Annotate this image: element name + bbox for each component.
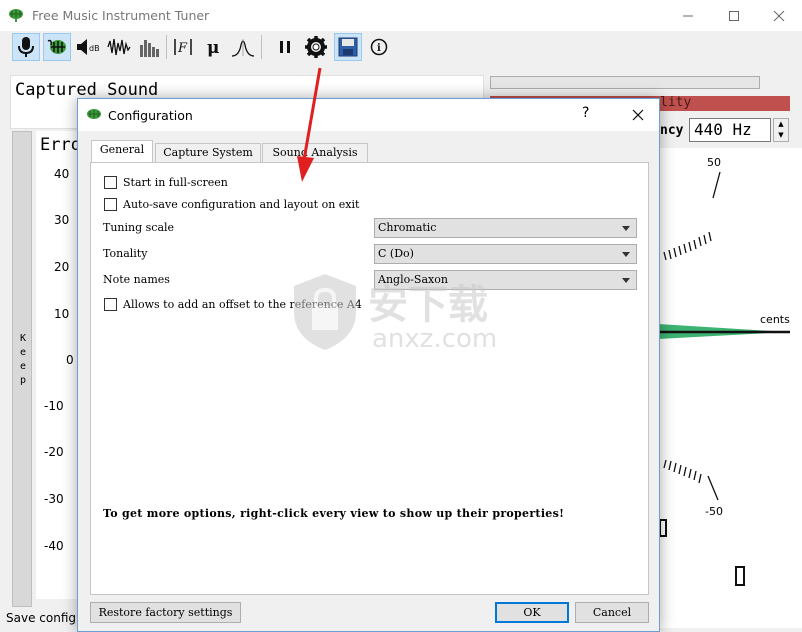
tonality-label: Tonality <box>103 247 148 260</box>
app-lizard-icon <box>8 8 24 25</box>
frequency-input[interactable]: 440 Hz <box>689 118 771 142</box>
spectrum-icon[interactable] <box>136 33 164 61</box>
watermark: 安下载 anxz.com <box>290 272 512 356</box>
keep-label: Keep <box>19 333 27 386</box>
start-fullscreen-label: Start in full-screen <box>123 175 228 189</box>
waveform-icon[interactable] <box>105 33 133 61</box>
checkbox-box[interactable] <box>104 197 117 211</box>
tuning-scale-label: Tuning scale <box>103 221 175 234</box>
error-panel[interactable]: Erro 40 30 20 10 0 -10 -20 -30 -40 <box>36 131 81 599</box>
mu-icon[interactable]: μ <box>199 33 227 61</box>
svg-text:μ: μ <box>207 38 219 57</box>
microphone-icon[interactable] <box>12 33 40 61</box>
meter-graphic <box>658 171 790 586</box>
ok-button[interactable]: OK <box>495 602 569 623</box>
svg-text:dB: dB <box>89 44 100 53</box>
autosave-label: Auto-save configuration and layout on ex… <box>123 197 360 211</box>
dialog-title: Configuration <box>108 108 193 123</box>
save-icon[interactable] <box>334 33 362 61</box>
tab-capture-system[interactable]: Capture System <box>155 143 261 162</box>
gear-icon[interactable] <box>302 33 330 61</box>
watermark-text: 安下载 <box>368 282 488 328</box>
gaussian-icon[interactable] <box>229 33 257 61</box>
error-tick: -20 <box>44 445 64 459</box>
chevron-down-icon <box>622 252 630 257</box>
configuration-dialog: Configuration ? General Capture System S… <box>77 98 660 632</box>
error-tick: -30 <box>44 492 64 506</box>
dialog-lizard-icon <box>86 108 102 125</box>
main-toolbar: dB F μ i <box>0 31 802 63</box>
tonality-select[interactable]: C (Do) <box>374 244 637 264</box>
cancel-button[interactable]: Cancel <box>575 602 649 623</box>
tuning-scale-value: Chromatic <box>378 221 437 234</box>
level-bar <box>490 76 760 89</box>
close-button[interactable] <box>756 0 802 31</box>
formant-icon[interactable]: F <box>169 33 197 61</box>
quality-label: lity <box>660 95 692 110</box>
svg-text:F: F <box>177 41 188 56</box>
frequency-spinner[interactable]: ▲ ▼ <box>773 118 789 142</box>
watermark-subtext: anxz.com <box>372 324 498 354</box>
error-tick: 30 <box>54 213 70 227</box>
general-tab-panel: Start in full-screen Auto-save configura… <box>90 162 649 595</box>
error-tick: -40 <box>44 539 64 553</box>
error-tick: 20 <box>54 260 70 274</box>
tab-sound-analysis[interactable]: Sound Analysis <box>262 143 368 162</box>
help-button[interactable]: ? <box>582 105 589 121</box>
info-icon[interactable]: i <box>365 33 393 61</box>
dialog-titlebar: Configuration ? <box>78 99 659 131</box>
error-tick: -10 <box>44 399 64 413</box>
main-titlebar: Free Music Instrument Tuner <box>0 0 802 31</box>
svg-text:i: i <box>377 43 381 54</box>
toolbar-separator <box>261 35 262 59</box>
lizard-icon[interactable] <box>43 33 71 61</box>
tab-general[interactable]: General <box>91 140 153 163</box>
tuning-scale-select[interactable]: Chromatic <box>374 218 637 238</box>
volume-icon[interactable]: dB <box>74 33 102 61</box>
error-tick: 10 <box>54 307 70 321</box>
toolbar-separator <box>166 35 167 59</box>
tonality-value: C (Do) <box>378 247 414 260</box>
start-fullscreen-checkbox[interactable]: Start in full-screen <box>104 174 228 190</box>
chevron-down-icon <box>622 226 630 231</box>
minimize-button[interactable] <box>665 0 711 31</box>
chevron-down-icon <box>622 278 630 283</box>
maximize-button[interactable] <box>711 0 757 31</box>
keep-button[interactable]: Keep <box>12 131 32 607</box>
frequency-value: 440 Hz <box>694 120 752 139</box>
error-label: Erro <box>40 135 81 155</box>
tuner-meter: 50 cents -50 <box>658 148 802 628</box>
checkbox-box[interactable] <box>104 297 117 311</box>
status-bar-text: Save config <box>6 611 76 625</box>
frequency-label: ncy <box>660 123 684 138</box>
restore-factory-button[interactable]: Restore factory settings <box>90 602 241 623</box>
dialog-close-button[interactable] <box>626 103 650 127</box>
captured-sound-label: Captured Sound <box>15 80 159 100</box>
error-tick: 40 <box>54 167 70 181</box>
autosave-checkbox[interactable]: Auto-save configuration and layout on ex… <box>104 196 359 212</box>
shield-icon <box>294 274 356 350</box>
hint-text: To get more options, right-click every v… <box>103 507 565 520</box>
note-names-label: Note names <box>103 273 170 286</box>
checkbox-box[interactable] <box>104 175 117 189</box>
window-title: Free Music Instrument Tuner <box>32 8 210 23</box>
pause-icon[interactable] <box>271 33 299 61</box>
